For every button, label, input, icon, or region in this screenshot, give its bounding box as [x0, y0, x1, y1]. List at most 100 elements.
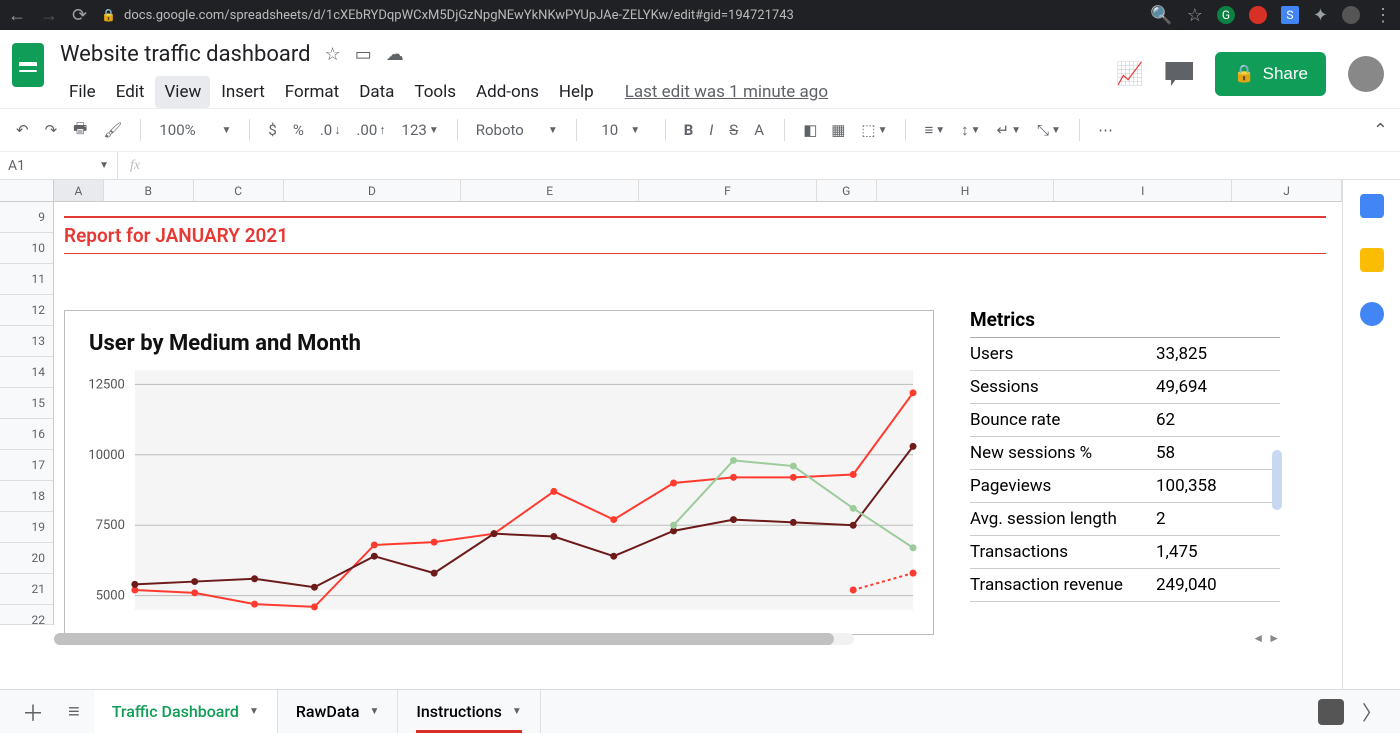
sheets-logo[interactable]: [8, 38, 48, 92]
row-header[interactable]: 12: [0, 295, 54, 326]
vertical-scroll-indicator[interactable]: [1272, 450, 1282, 510]
row-header[interactable]: 18: [0, 481, 54, 512]
row-header[interactable]: 21: [0, 574, 54, 605]
activity-icon[interactable]: 📈: [1116, 62, 1143, 87]
chart-user-by-medium[interactable]: User by Medium and Month 500075001000012…: [64, 310, 934, 635]
collapse-toolbar-button[interactable]: ⌃: [1373, 120, 1388, 141]
metric-value: 1,475: [1156, 542, 1280, 562]
extension-adblock[interactable]: [1249, 6, 1267, 24]
font-size-selector[interactable]: 10▼: [591, 117, 651, 143]
calendar-icon[interactable]: [1360, 194, 1384, 218]
menu-edit[interactable]: Edit: [107, 76, 154, 108]
column-header[interactable]: I: [1054, 180, 1232, 201]
font-selector[interactable]: Roboto▼: [472, 117, 562, 143]
text-color-button[interactable]: A: [750, 117, 770, 143]
text-wrap-button[interactable]: ↵ ▼: [993, 117, 1025, 143]
menu-help[interactable]: Help: [550, 76, 603, 108]
comments-icon[interactable]: [1165, 62, 1193, 86]
select-all-corner[interactable]: [0, 180, 54, 201]
print-button[interactable]: 🖶: [69, 114, 91, 147]
all-sheets-button[interactable]: ≡: [58, 699, 90, 724]
keep-icon[interactable]: [1360, 248, 1384, 272]
extension-s[interactable]: S: [1281, 6, 1299, 24]
last-edit-link[interactable]: Last edit was 1 minute ago: [625, 82, 828, 102]
undo-button[interactable]: ↶: [12, 117, 33, 143]
fill-color-button[interactable]: ◧: [799, 117, 819, 143]
column-header[interactable]: J: [1232, 180, 1342, 201]
menu-add-ons[interactable]: Add-ons: [467, 76, 548, 108]
expand-side-panel-button[interactable]: 〉: [1362, 697, 1382, 726]
row-header[interactable]: 20: [0, 543, 54, 574]
currency-button[interactable]: $: [264, 117, 280, 143]
row-header[interactable]: 11: [0, 264, 54, 295]
column-header[interactable]: G: [817, 180, 877, 201]
menu-view[interactable]: View: [155, 76, 210, 108]
scroll-arrows[interactable]: ◄►: [1252, 631, 1280, 645]
reload-button[interactable]: ⟳: [72, 5, 87, 26]
row-header[interactable]: 14: [0, 357, 54, 388]
column-header[interactable]: H: [877, 180, 1055, 201]
row-header[interactable]: 19: [0, 512, 54, 543]
document-title[interactable]: Website traffic dashboard: [60, 42, 311, 67]
extensions-icon[interactable]: ✦: [1313, 5, 1328, 26]
redo-button[interactable]: ↷: [41, 117, 62, 143]
merge-button[interactable]: ⬚ ▼: [857, 117, 891, 143]
share-button[interactable]: 🔒 Share: [1215, 52, 1326, 96]
cloud-icon[interactable]: ☁: [386, 44, 404, 65]
h-align-button[interactable]: ≡ ▼: [920, 117, 949, 143]
star-icon[interactable]: ☆: [325, 44, 341, 65]
italic-button[interactable]: I: [705, 117, 717, 143]
sheet-tab[interactable]: Traffic Dashboard▼: [94, 690, 278, 733]
sheet-tab[interactable]: RawData▼: [278, 690, 399, 733]
extension-grammarly[interactable]: G: [1217, 6, 1235, 24]
move-icon[interactable]: ▭: [355, 44, 372, 65]
zoom-icon[interactable]: 🔍: [1150, 5, 1172, 26]
strikethrough-button[interactable]: S: [725, 117, 742, 143]
column-headers[interactable]: ABCDEFGHIJ: [0, 180, 1342, 202]
column-header[interactable]: F: [639, 180, 817, 201]
profile-avatar[interactable]: [1342, 6, 1360, 24]
v-align-button[interactable]: ↕ ▼: [957, 117, 984, 143]
more-icon[interactable]: ⋮: [1374, 5, 1392, 26]
sheet-tab[interactable]: Instructions▼: [398, 690, 540, 733]
menu-file[interactable]: File: [60, 76, 105, 108]
account-avatar[interactable]: [1348, 56, 1384, 92]
column-header[interactable]: D: [284, 180, 462, 201]
bold-button[interactable]: B: [680, 117, 698, 143]
increase-decimal-button[interactable]: .00↑: [352, 117, 389, 143]
zoom-selector[interactable]: 100%▼: [155, 117, 235, 143]
formula-input[interactable]: [152, 152, 1400, 179]
percent-button[interactable]: %: [289, 117, 308, 143]
horizontal-scrollbar[interactable]: [54, 633, 854, 645]
column-header[interactable]: B: [104, 180, 194, 201]
menu-tools[interactable]: Tools: [405, 76, 465, 108]
add-sheet-button[interactable]: ＋: [12, 696, 54, 728]
forward-button[interactable]: →: [40, 5, 58, 26]
row-header[interactable]: 16: [0, 419, 54, 450]
number-format-selector[interactable]: 123 ▼: [398, 117, 443, 143]
metric-row: Sessions49,694: [970, 371, 1280, 404]
menu-format[interactable]: Format: [276, 76, 348, 108]
cell-reference[interactable]: A1▼: [0, 152, 118, 179]
row-header[interactable]: 10: [0, 233, 54, 264]
address-bar[interactable]: 🔒 docs.google.com/spreadsheets/d/1cXEbRY…: [101, 8, 1136, 23]
row-header[interactable]: 15: [0, 388, 54, 419]
borders-button[interactable]: ▦: [827, 117, 849, 143]
menu-insert[interactable]: Insert: [212, 76, 274, 108]
column-header[interactable]: A: [54, 180, 104, 201]
row-header[interactable]: 13: [0, 326, 54, 357]
decrease-decimal-button[interactable]: .0↓: [316, 117, 345, 143]
tasks-icon[interactable]: [1360, 302, 1384, 326]
back-button[interactable]: ←: [8, 5, 26, 26]
row-header[interactable]: 9: [0, 202, 54, 233]
more-tools-button[interactable]: ⋯: [1094, 117, 1117, 143]
column-header[interactable]: E: [461, 180, 639, 201]
row-header[interactable]: 17: [0, 450, 54, 481]
paint-format-button[interactable]: 🖌: [99, 117, 126, 143]
column-header[interactable]: C: [194, 180, 284, 201]
explore-button[interactable]: [1318, 699, 1344, 725]
bookmark-icon[interactable]: ☆: [1187, 5, 1203, 26]
row-header[interactable]: 22: [0, 605, 54, 625]
menu-data[interactable]: Data: [350, 76, 403, 108]
text-rotate-button[interactable]: ⤡ ▼: [1033, 117, 1065, 143]
